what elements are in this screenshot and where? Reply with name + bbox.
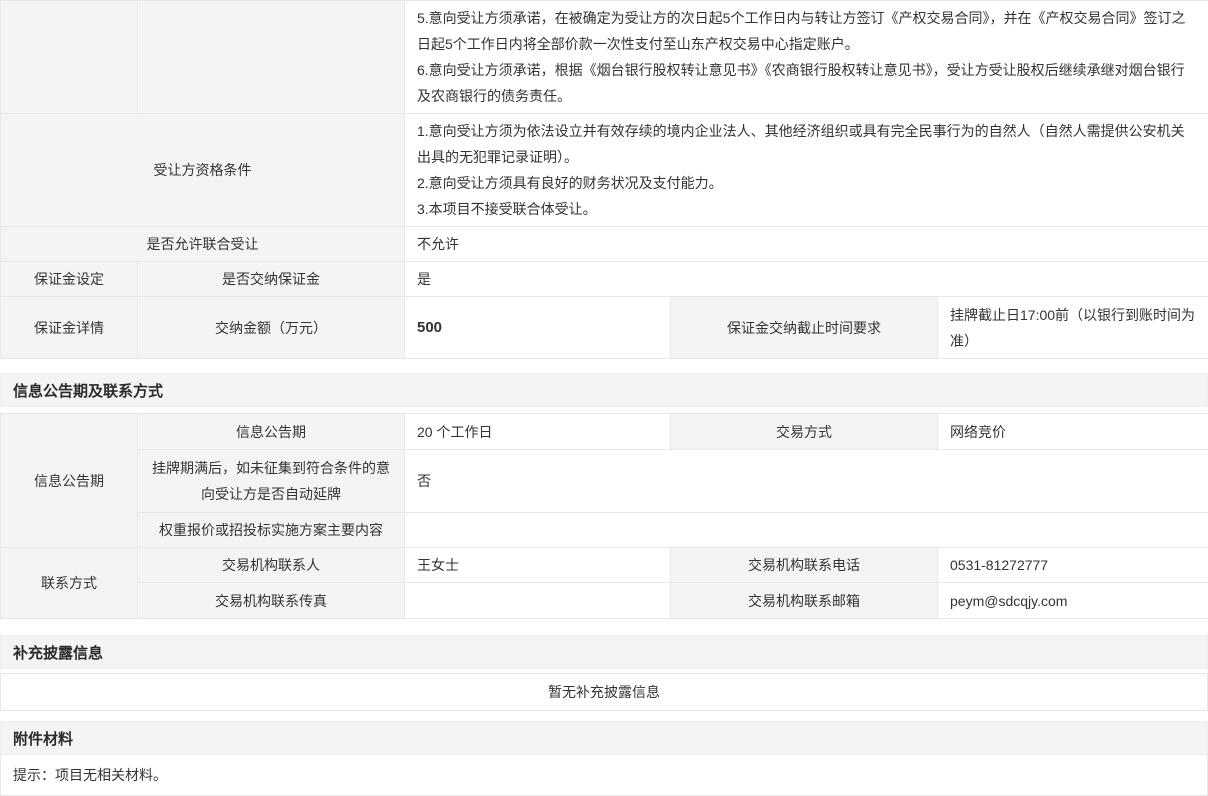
qualification-item-2: 2.意向受让方须具有良好的财务状况及支付能力。 [417, 170, 1196, 196]
contact-person-value-cell: 王女士 [405, 548, 671, 583]
period-value-cell: 20 个工作日 [405, 414, 671, 450]
deposit-deadline-label-cell: 保证金交纳截止时间要求 [671, 297, 938, 359]
contact-fax-label-cell: 交易机构联系传真 [138, 583, 405, 619]
joint-transfer-label-cell: 是否允许联合受让 [1, 227, 405, 262]
qualification-item-1: 1.意向受让方须为依法设立并有效存续的境内企业法人、其他经济组织或具有完全民事行… [417, 118, 1196, 170]
announcement-period-row: 信息公告期 信息公告期 20 个工作日 交易方式 网络竞价 [1, 414, 1208, 450]
deposit-setting-row: 保证金设定 是否交纳保证金 是 [1, 262, 1208, 297]
attachments-section-title: 附件材料 [13, 728, 73, 749]
contact-phone-label-cell: 交易机构联系电话 [671, 548, 938, 583]
contact-group-cell: 联系方式 [1, 548, 138, 619]
qualification-row: 受让方资格条件 1.意向受让方须为依法设立并有效存续的境内企业法人、其他经济组织… [1, 114, 1208, 227]
contact-fax-row: 交易机构联系传真 交易机构联系邮箱 peym@sdcqjy.com [1, 583, 1208, 619]
deposit-setting-label-cell: 是否交纳保证金 [138, 262, 405, 297]
supplementary-section-bar: 补充披露信息 [0, 635, 1208, 669]
deposit-amount-value-cell: 500 [405, 297, 671, 359]
period-group-cell: 信息公告期 [1, 414, 138, 548]
joint-transfer-row: 是否允许联合受让 不允许 [1, 227, 1208, 262]
deposit-setting-group-cell: 保证金设定 [1, 262, 138, 297]
extension-value-cell: 否 [405, 450, 1208, 513]
announcement-section-bar: 信息公告期及联系方式 [0, 373, 1208, 407]
bidding-plan-row: 权重报价或招投标实施方案主要内容 [1, 513, 1208, 548]
qualification-label-cell: 受让方资格条件 [1, 114, 405, 227]
extension-label-cell: 挂牌期满后，如未征集到符合条件的意向受让方是否自动延牌 [138, 450, 405, 513]
contact-phone-value-cell: 0531-81272777 [938, 548, 1208, 583]
empty-label-cell [138, 1, 405, 114]
transfer-conditions-table: 5.意向受让方须承诺，在被确定为受让方的次日起5个工作日内与转让方签订《产权交易… [0, 0, 1208, 359]
deposit-detail-group-cell: 保证金详情 [1, 297, 138, 359]
supplementary-section-title: 补充披露信息 [13, 642, 103, 663]
deposit-amount-label-cell: 交纳金额（万元） [138, 297, 405, 359]
transferee-terms-cell: 5.意向受让方须承诺，在被确定为受让方的次日起5个工作日内与转让方签订《产权交易… [405, 1, 1208, 114]
contact-person-row: 联系方式 交易机构联系人 王女士 交易机构联系电话 0531-81272777 [1, 548, 1208, 583]
contact-person-label-cell: 交易机构联系人 [138, 548, 405, 583]
announcement-section-title: 信息公告期及联系方式 [13, 380, 163, 401]
deposit-detail-row: 保证金详情 交纳金额（万元） 500 保证金交纳截止时间要求 挂牌截止日17:0… [1, 297, 1208, 359]
joint-transfer-value-cell: 不允许 [405, 227, 1208, 262]
bidding-plan-label-cell: 权重报价或招投标实施方案主要内容 [138, 513, 405, 548]
qualification-value-cell: 1.意向受让方须为依法设立并有效存续的境内企业法人、其他经济组织或具有完全民事行… [405, 114, 1208, 227]
attachments-empty-text: 提示：项目无相关材料。 [13, 765, 167, 785]
contact-fax-value-cell [405, 583, 671, 619]
attachments-section-bar: 附件材料 [0, 721, 1208, 755]
extension-row: 挂牌期满后，如未征集到符合条件的意向受让方是否自动延牌 否 [1, 450, 1208, 513]
empty-group-cell [1, 1, 138, 114]
supplementary-empty-box: 暂无补充披露信息 [0, 673, 1208, 711]
contact-email-label-cell: 交易机构联系邮箱 [671, 583, 938, 619]
announcement-contacts-table: 信息公告期 信息公告期 20 个工作日 交易方式 网络竞价 挂牌期满后，如未征集… [0, 413, 1208, 619]
trade-mode-label-cell: 交易方式 [671, 414, 938, 450]
deposit-setting-value-cell: 是 [405, 262, 1208, 297]
period-label-cell: 信息公告期 [138, 414, 405, 450]
supplementary-empty-text: 暂无补充披露信息 [548, 682, 660, 702]
transferee-terms-continued-row: 5.意向受让方须承诺，在被确定为受让方的次日起5个工作日内与转让方签订《产权交易… [1, 1, 1208, 114]
trade-mode-value-cell: 网络竞价 [938, 414, 1208, 450]
term-item-5: 5.意向受让方须承诺，在被确定为受让方的次日起5个工作日内与转让方签订《产权交易… [417, 5, 1196, 57]
deposit-deadline-value-cell: 挂牌截止日17:00前（以银行到账时间为准） [938, 297, 1208, 359]
term-item-6: 6.意向受让方须承诺，根据《烟台银行股权转让意见书》《农商银行股权转让意见书》，… [417, 57, 1196, 109]
bidding-plan-value-cell [405, 513, 1208, 548]
qualification-item-3: 3.本项目不接受联合体受让。 [417, 196, 1196, 222]
attachments-empty-box: 提示：项目无相关材料。 [0, 755, 1208, 796]
contact-email-value-cell: peym@sdcqjy.com [938, 583, 1208, 619]
